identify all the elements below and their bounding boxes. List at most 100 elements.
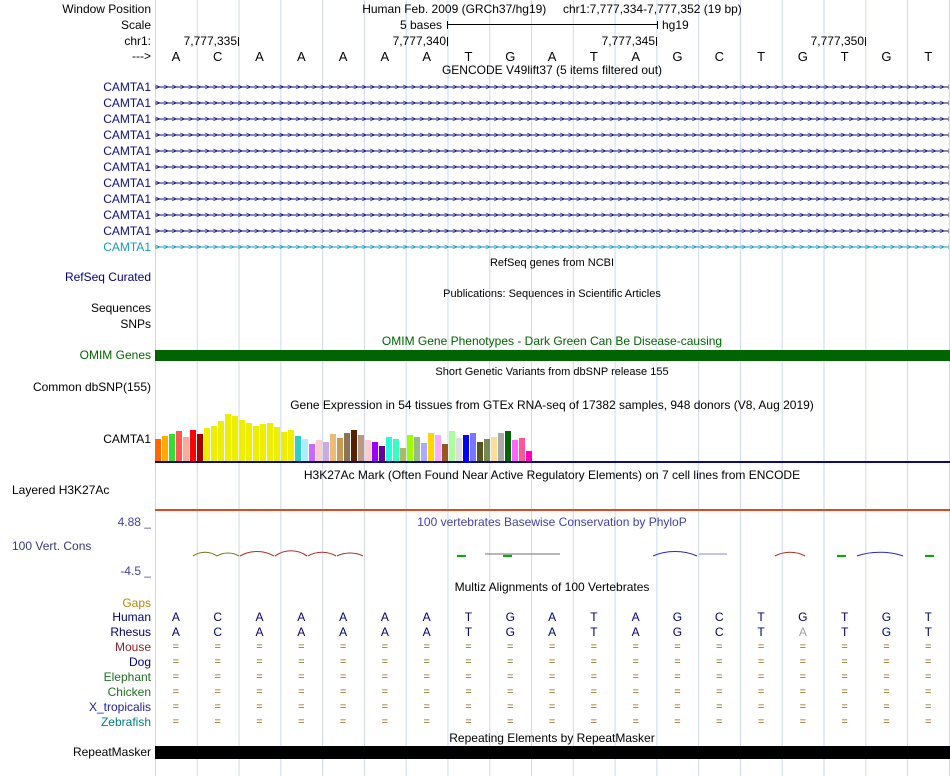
gtex-tissue-bar[interactable] xyxy=(295,436,301,461)
transcript-arrow-line[interactable]: >>>>>>>>>>>>>>>>>>>>>>>>>>>>>>>>>>>>>>>>… xyxy=(155,224,949,238)
gtex-tissue-bar[interactable] xyxy=(281,432,287,461)
omim-genes-bar[interactable] xyxy=(155,350,950,361)
gtex-tissue-bar[interactable] xyxy=(491,437,497,461)
gtex-tissue-bar[interactable] xyxy=(386,437,392,461)
refseq-track-title[interactable]: RefSeq genes from NCBI xyxy=(155,257,949,269)
gtex-tissue-bar[interactable] xyxy=(211,426,217,461)
gtex-tissue-bar[interactable] xyxy=(239,420,245,461)
transcript-gene-label[interactable]: CAMTA1 xyxy=(0,160,151,174)
transcript-gene-label[interactable]: CAMTA1 xyxy=(0,208,151,222)
alignment-row[interactable]: Chicken=================== xyxy=(0,685,950,700)
transcript-arrow-line[interactable]: >>>>>>>>>>>>>>>>>>>>>>>>>>>>>>>>>>>>>>>>… xyxy=(155,160,949,174)
gtex-tissue-bar[interactable] xyxy=(379,446,385,461)
gencode-transcript-row[interactable]: CAMTA1>>>>>>>>>>>>>>>>>>>>>>>>>>>>>>>>>>… xyxy=(0,144,950,158)
gtex-tissue-bar[interactable] xyxy=(442,444,448,461)
gtex-tissue-bar[interactable] xyxy=(351,430,357,461)
gtex-tissue-bar[interactable] xyxy=(337,438,343,461)
species-label[interactable]: X_tropicalis xyxy=(0,700,151,715)
transcript-arrow-line[interactable]: >>>>>>>>>>>>>>>>>>>>>>>>>>>>>>>>>>>>>>>>… xyxy=(155,240,949,254)
gtex-tissue-bar[interactable] xyxy=(246,423,252,461)
gtex-tissue-bar[interactable] xyxy=(288,430,294,461)
transcript-arrow-line[interactable]: >>>>>>>>>>>>>>>>>>>>>>>>>>>>>>>>>>>>>>>>… xyxy=(155,112,949,126)
gtex-tissue-bar[interactable] xyxy=(470,433,476,461)
gtex-tissue-bar[interactable] xyxy=(393,439,399,461)
transcript-gene-label[interactable]: CAMTA1 xyxy=(0,224,151,238)
dbsnp-track-title[interactable]: Short Genetic Variants from dbSNP releas… xyxy=(155,366,949,378)
gtex-tissue-bar[interactable] xyxy=(330,434,336,461)
gtex-tissue-bar[interactable] xyxy=(414,437,420,461)
gtex-expression-bar-chart[interactable] xyxy=(155,412,949,461)
species-label[interactable]: Human xyxy=(0,610,151,625)
transcript-gene-label[interactable]: CAMTA1 xyxy=(0,128,151,142)
transcript-arrow-line[interactable]: >>>>>>>>>>>>>>>>>>>>>>>>>>>>>>>>>>>>>>>>… xyxy=(155,208,949,222)
transcript-arrow-line[interactable]: >>>>>>>>>>>>>>>>>>>>>>>>>>>>>>>>>>>>>>>>… xyxy=(155,144,949,158)
refseq-curated-label[interactable]: RefSeq Curated xyxy=(0,271,151,284)
gtex-tissue-bar[interactable] xyxy=(225,414,231,461)
gtex-tissue-bar[interactable] xyxy=(449,431,455,461)
gtex-tissue-bar[interactable] xyxy=(169,434,175,461)
gtex-tissue-bar[interactable] xyxy=(400,448,406,461)
gtex-tissue-bar[interactable] xyxy=(260,424,266,461)
transcript-gene-label[interactable]: CAMTA1 xyxy=(0,112,151,126)
gtex-tissue-bar[interactable] xyxy=(190,430,196,461)
gtex-tissue-bar[interactable] xyxy=(428,433,434,461)
gtex-tissue-bar[interactable] xyxy=(358,435,364,461)
gtex-tissue-bar[interactable] xyxy=(302,439,308,461)
gtex-track-title[interactable]: Gene Expression in 54 tissues from GTEx … xyxy=(155,398,949,412)
gtex-gene-label[interactable]: CAMTA1 xyxy=(0,433,151,446)
gtex-tissue-bar[interactable] xyxy=(498,433,504,461)
gencode-transcript-row[interactable]: CAMTA1 >>>>>>>>>>>>>>>>>>>>>>>>>>>>>>>>>>… xyxy=(0,128,950,142)
dbsnp-label[interactable]: Common dbSNP(155) xyxy=(0,381,151,394)
transcript-gene-label[interactable]: CAMTA1 xyxy=(0,240,151,254)
base-ruler[interactable]: ACAAAAATGATAGCTGTGT xyxy=(155,49,949,64)
alignment-row[interactable]: Elephant=================== xyxy=(0,670,950,685)
h3k27ac-label[interactable]: Layered H3K27Ac xyxy=(12,484,109,497)
gtex-tissue-bar[interactable] xyxy=(435,435,441,461)
species-label[interactable]: Gaps xyxy=(0,596,151,611)
transcript-arrow-line[interactable]: >>>>>>>>>>>>>>>>>>>>>>>>>>>>>>>>>>>>>>>>… xyxy=(155,80,949,94)
gtex-tissue-bar[interactable] xyxy=(218,421,224,461)
gtex-tissue-bar[interactable] xyxy=(407,435,413,461)
alignment-row[interactable]: X_tropicalis=================== xyxy=(0,700,950,715)
conservation-label[interactable]: 100 Vert. Cons xyxy=(12,540,91,553)
gencode-transcript-row[interactable]: CAMTA1 >>>>>>>>>>>>>>>>>>>>>>>>>>>>>>>>>>… xyxy=(0,112,950,126)
species-label[interactable]: Elephant xyxy=(0,670,151,685)
gtex-tissue-bar[interactable] xyxy=(344,433,350,461)
transcript-arrow-line[interactable]: >>>>>>>>>>>>>>>>>>>>>>>>>>>>>>>>>>>>>>>>… xyxy=(155,96,949,110)
gtex-tissue-bar[interactable] xyxy=(323,442,329,461)
gencode-transcript-row[interactable]: CAMTA1 >>>>>>>>>>>>>>>>>>>>>>>>>>>>>>>>>>… xyxy=(0,208,950,222)
species-label[interactable]: Dog xyxy=(0,655,151,670)
gtex-tissue-bar[interactable] xyxy=(365,440,371,461)
species-label[interactable]: Zebrafish xyxy=(0,715,151,730)
species-label[interactable]: Rhesus xyxy=(0,625,151,640)
position-ruler[interactable]: 7,777,335 7,777,340 7,777,345 7,777,350 xyxy=(155,34,949,49)
omim-genes-label[interactable]: OMIM Genes xyxy=(0,349,151,362)
phylop-track-title[interactable]: 100 vertebrates Basewise Conservation by… xyxy=(155,516,949,529)
alignment-row[interactable]: RhesusACAAAAATGATAGCTATGT xyxy=(0,625,950,640)
gtex-tissue-bar[interactable] xyxy=(197,434,203,461)
transcript-arrow-line[interactable]: >>>>>>>>>>>>>>>>>>>>>>>>>>>>>>>>>>>>>>>>… xyxy=(155,128,949,142)
h3k27ac-track-title[interactable]: H3K27Ac Mark (Often Found Near Active Re… xyxy=(155,469,949,482)
gencode-transcript-row[interactable]: CAMTA1 >>>>>>>>>>>>>>>>>>>>>>>>>>>>>>>>>>… xyxy=(0,240,950,254)
gtex-tissue-bar[interactable] xyxy=(477,442,483,461)
alignment-row[interactable]: Gaps xyxy=(0,596,950,611)
gtex-tissue-bar[interactable] xyxy=(456,438,462,461)
transcript-gene-label[interactable]: CAMTA1 xyxy=(0,80,151,94)
gtex-tissue-bar[interactable] xyxy=(512,440,518,461)
gtex-tissue-bar[interactable] xyxy=(267,423,273,461)
gtex-tissue-bar[interactable] xyxy=(204,428,210,461)
gencode-transcript-row[interactable]: CAMTA1 >>>>>>>>>>>>>>>>>>>>>>>>>>>>>>>>>>… xyxy=(0,224,950,238)
gencode-transcript-row[interactable]: CAMTA1 >>>>>>>>>>>>>>>>>>>>>>>>>>>>>>>>>>… xyxy=(0,192,950,206)
transcript-arrow-line[interactable]: >>>>>>>>>>>>>>>>>>>>>>>>>>>>>>>>>>>>>>>>… xyxy=(155,192,949,206)
gtex-tissue-bar[interactable] xyxy=(372,442,378,461)
gtex-tissue-bar[interactable] xyxy=(155,439,161,461)
transcript-arrow-line[interactable]: >>>>>>>>>>>>>>>>>>>>>>>>>>>>>>>>>>>>>>>>… xyxy=(155,176,949,190)
gtex-tissue-bar[interactable] xyxy=(316,440,322,461)
alignment-row[interactable]: Zebrafish=================== xyxy=(0,715,950,730)
transcript-gene-label[interactable]: CAMTA1 xyxy=(0,96,151,110)
gtex-tissue-bar[interactable] xyxy=(484,439,490,461)
snps-label[interactable]: SNPs xyxy=(0,318,151,331)
gtex-tissue-bar[interactable] xyxy=(183,437,189,461)
transcript-gene-label[interactable]: CAMTA1 xyxy=(0,192,151,206)
alignment-row[interactable]: Dog=================== xyxy=(0,655,950,670)
